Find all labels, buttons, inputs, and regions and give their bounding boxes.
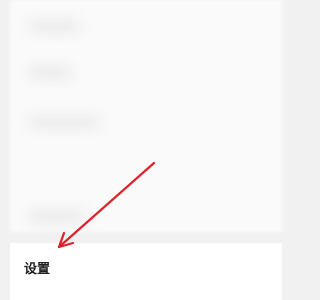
- settings-menu-item[interactable]: 设置: [10, 243, 282, 300]
- screen: 设置: [0, 0, 300, 300]
- blurred-text-line: [28, 68, 72, 77]
- blurred-text-line: [28, 212, 86, 221]
- blurred-content-panel: [10, 0, 282, 232]
- settings-label: 设置: [24, 262, 51, 277]
- blurred-text-line: [28, 22, 80, 31]
- blurred-text-line: [28, 118, 100, 127]
